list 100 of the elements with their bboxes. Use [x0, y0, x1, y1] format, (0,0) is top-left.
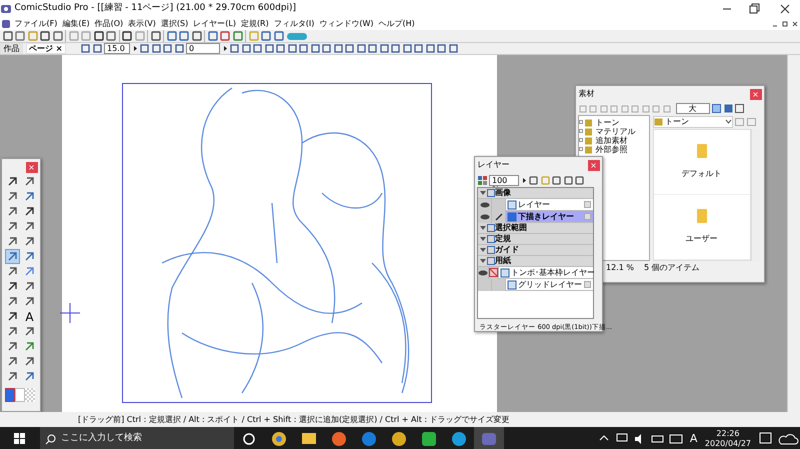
ime-indicator[interactable]: A	[687, 430, 700, 448]
layer-row[interactable]: レイヤー	[478, 199, 593, 211]
tool-button[interactable]	[6, 370, 19, 383]
grid-icon[interactable]	[478, 176, 486, 184]
pen-icon	[494, 212, 502, 220]
item-count: 5 個のアイテム	[644, 262, 700, 274]
panel-icon	[584, 281, 591, 288]
menu-item[interactable]: 作品(O)	[92, 18, 126, 30]
color-swatch[interactable]	[4, 388, 14, 402]
caret-icon	[724, 119, 732, 125]
brush-size-field[interactable]: 15.0	[104, 43, 130, 54]
caret-icon[interactable]	[132, 44, 138, 53]
item-label[interactable]: デフォルト	[682, 168, 722, 180]
opacity-field[interactable]: 100	[489, 174, 519, 186]
document-tab[interactable]: 作品	[0, 43, 23, 54]
size-dropdown[interactable]: 大	[676, 103, 710, 114]
tool-button[interactable]	[6, 235, 19, 248]
menu-item[interactable]: ウィンドウ(W)	[316, 18, 376, 30]
folder-dropdown[interactable]: トーン	[652, 116, 732, 128]
menu-item[interactable]: ヘルプ(H)	[376, 18, 418, 30]
tool-button[interactable]	[6, 340, 19, 353]
layer-row[interactable]: 下描きレイヤー	[478, 211, 593, 223]
tool-button[interactable]	[23, 205, 36, 218]
text-tool[interactable]: A	[23, 310, 36, 323]
tool-button[interactable]	[23, 190, 36, 203]
tool-button[interactable]	[23, 280, 36, 293]
tool-button[interactable]	[23, 175, 36, 188]
menu-item[interactable]: レイヤー(L)	[190, 18, 238, 30]
visibility-toggle[interactable]	[478, 210, 492, 222]
transparent-swatch[interactable]	[24, 388, 34, 402]
tool-button[interactable]	[23, 235, 36, 248]
cloud-icon[interactable]	[776, 431, 800, 447]
scrollbar[interactable]	[787, 55, 800, 412]
keyboard-icon[interactable]	[669, 432, 684, 446]
layer-folder[interactable]: 用紙	[478, 256, 593, 267]
visibility-toggle[interactable]	[478, 278, 492, 290]
search-box[interactable]: ここに入力して検索	[40, 427, 234, 449]
close-button[interactable]: ×	[26, 162, 38, 172]
clock-time[interactable]: 22:26	[716, 429, 740, 439]
item-label[interactable]: ユーザー	[686, 233, 718, 245]
tool-button[interactable]	[23, 295, 36, 308]
layer-folder[interactable]: 選択範囲	[478, 223, 593, 234]
tool-button[interactable]	[23, 250, 36, 263]
visibility-toggle[interactable]	[478, 266, 489, 278]
tool-button[interactable]	[6, 310, 19, 323]
menu-item[interactable]: 選択(S)	[158, 18, 191, 30]
output-toggle[interactable]	[492, 198, 506, 210]
color-swatch[interactable]	[14, 388, 24, 402]
tool-button[interactable]	[23, 370, 36, 383]
tool-button[interactable]	[6, 280, 19, 293]
tool-button[interactable]	[23, 355, 36, 368]
close-button[interactable]: ×	[750, 88, 762, 100]
tool-button[interactable]	[23, 325, 36, 338]
menu-item[interactable]: 定規(R)	[238, 18, 272, 30]
output-toggle[interactable]	[492, 210, 506, 222]
tool-icon	[24, 176, 35, 187]
menu-item[interactable]: ファイル(F)	[12, 18, 60, 30]
clock-date[interactable]: 2020/04/27	[704, 439, 751, 449]
tool-icon	[24, 266, 35, 277]
tree-item[interactable]: 外部参照	[596, 144, 628, 156]
panel-icon[interactable]	[735, 104, 744, 113]
layer-folder[interactable]: ガイド	[478, 245, 593, 256]
document-tab[interactable]: ページ ×	[26, 43, 66, 54]
crosshair-icon	[60, 303, 80, 323]
layer-folder[interactable]: 画像	[478, 188, 593, 199]
output-toggle[interactable]	[492, 278, 506, 290]
tree-item[interactable]: トーン	[596, 116, 620, 128]
tool-button[interactable]	[6, 190, 19, 203]
tool-icon	[24, 341, 35, 352]
caret-icon[interactable]	[522, 176, 526, 184]
output-toggle[interactable]	[489, 266, 499, 278]
tool-button[interactable]	[6, 355, 19, 368]
layer-icon	[506, 200, 518, 210]
layer-row[interactable]: トンボ･基本枠レイヤー	[478, 267, 593, 279]
angle-field[interactable]: 0	[186, 43, 220, 54]
tool-icon	[24, 221, 35, 232]
tree-item[interactable]: マテリアル	[596, 126, 636, 138]
tool-icon	[7, 371, 18, 382]
tool-button[interactable]	[6, 175, 19, 188]
layer-folder[interactable]: 定規	[478, 234, 593, 245]
tool-icon	[24, 206, 35, 217]
visibility-toggle[interactable]	[478, 198, 492, 210]
tool-icon	[7, 266, 18, 277]
tool-button[interactable]	[23, 220, 36, 233]
caret-icon[interactable]	[222, 44, 228, 53]
tool-button[interactable]	[6, 295, 19, 308]
layer-row[interactable]: グリッドレイヤー	[478, 279, 593, 291]
tool-icon	[7, 221, 18, 232]
tool-button[interactable]	[6, 220, 19, 233]
tool-button[interactable]	[6, 265, 19, 278]
menu-item[interactable]: 表示(V)	[126, 18, 158, 30]
menu-item[interactable]: 編集(E)	[60, 18, 92, 30]
close-button[interactable]: ×	[588, 160, 600, 170]
tool-button[interactable]	[6, 325, 19, 338]
close-icon[interactable]	[790, 18, 800, 28]
menu-item[interactable]: フィルタ(I)	[271, 18, 317, 30]
tool-button[interactable]	[6, 205, 19, 218]
tree-item[interactable]: 追加素材	[596, 134, 628, 146]
restore-icon[interactable]	[780, 18, 790, 28]
tool-icon	[24, 236, 35, 247]
